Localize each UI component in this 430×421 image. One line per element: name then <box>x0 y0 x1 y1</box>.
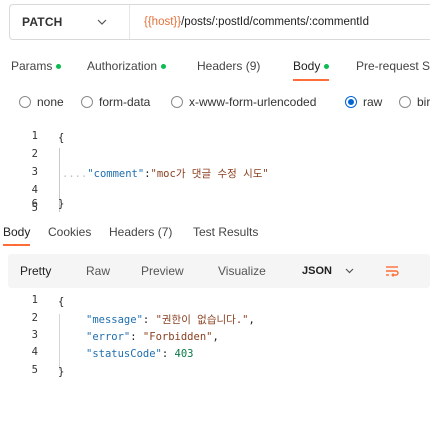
code-line: "message": "권한이 없습니다.", <box>86 314 255 326</box>
wrap-lines-icon[interactable] <box>385 264 399 281</box>
view-visualize[interactable]: Visualize <box>218 264 266 278</box>
body-type-options: none form-data x-www-form-urlencoded raw… <box>0 92 430 112</box>
chevron-down-icon <box>97 19 107 25</box>
line-number: 3 <box>31 166 38 178</box>
json-key: "statusCode" <box>86 348 162 360</box>
radio-binary[interactable]: bir <box>399 95 430 109</box>
tab-label: Headers (9) <box>197 59 261 73</box>
line-number: 4 <box>31 346 38 358</box>
status-dot <box>56 63 62 69</box>
tab-test-results[interactable]: Test Results <box>193 222 258 242</box>
line-number: 6 <box>31 198 38 210</box>
radio-circle-icon <box>19 96 31 108</box>
tab-params[interactable]: Params <box>11 52 62 80</box>
view-pretty[interactable]: Pretty <box>20 264 51 278</box>
radio-none[interactable]: none <box>19 95 64 109</box>
status-dot <box>324 63 330 69</box>
json-value: "Forbidden" <box>142 331 213 343</box>
response-tabs: Body Cookies Headers (7) Test Results <box>0 222 430 246</box>
tab-cookies[interactable]: Cookies <box>48 222 91 242</box>
line-number: 1 <box>31 130 38 142</box>
tab-authorization[interactable]: Authorization <box>87 52 167 80</box>
radio-label: none <box>37 95 64 109</box>
tab-pre-request[interactable]: Pre-request S <box>356 52 430 80</box>
radio-form-data[interactable]: form-data <box>81 95 150 109</box>
open-brace: { <box>58 132 65 144</box>
format-select[interactable]: JSON <box>302 265 354 277</box>
tab-body[interactable]: Body <box>293 52 330 81</box>
method-label: PATCH <box>22 15 63 29</box>
response-toolbar: Pretty Raw Preview Visualize JSON <box>8 254 430 288</box>
line-number: 2 <box>31 312 38 324</box>
radio-circle-icon <box>399 96 411 108</box>
line-number: 2 <box>31 148 38 160</box>
request-body-editor[interactable]: 1 2 3 4 5 { ...."comment":"moc가 댓글 수정 시도… <box>0 130 430 214</box>
code-line: "statusCode": 403 <box>86 348 194 360</box>
chevron-down-icon <box>345 265 354 277</box>
radio-raw[interactable]: raw <box>345 95 382 109</box>
radio-label: bir <box>417 95 430 109</box>
format-label: JSON <box>302 265 332 277</box>
code-line: ...."comment":"moc가 댓글 수정 시도" <box>62 166 269 182</box>
radio-circle-icon <box>171 96 183 108</box>
response-body-viewer[interactable]: 1 2 3 4 5 { "message": "권한이 없습니다.", "err… <box>0 294 430 414</box>
indent-guide <box>59 314 60 370</box>
tab-label: Params <box>11 59 53 73</box>
json-value: "권한이 없습니다." <box>155 314 249 326</box>
view-raw[interactable]: Raw <box>86 264 110 278</box>
json-comma: , <box>248 314 255 326</box>
tab-label: Body <box>293 59 321 73</box>
request-bar: PATCH {{host}}/posts/:postId/comments/:c… <box>9 4 430 40</box>
url-path: /posts/:postId/comments/:commentId <box>181 16 370 28</box>
line-number: 4 <box>31 184 38 196</box>
radio-label: raw <box>363 95 383 109</box>
radio-urlencoded[interactable]: x-www-form-urlencoded <box>171 95 316 109</box>
status-dot <box>161 63 167 69</box>
close-brace: } <box>58 198 65 210</box>
request-tabs: Params Authorization Headers (9) Body Pr… <box>0 52 430 81</box>
radio-selected-icon <box>345 96 357 108</box>
radio-label: form-data <box>99 95 151 109</box>
line-number: 5 <box>31 364 38 376</box>
radio-label: x-www-form-urlencoded <box>189 95 317 109</box>
line-number: 3 <box>31 329 38 341</box>
close-brace: } <box>58 366 65 378</box>
json-value: 403 <box>174 348 194 360</box>
json-comma: , <box>212 331 219 343</box>
method-select[interactable]: PATCH <box>10 5 130 39</box>
view-preview[interactable]: Preview <box>141 264 184 278</box>
json-key: "comment" <box>87 168 145 180</box>
url-input[interactable]: {{host}}/posts/:postId/comments/:comment… <box>130 16 369 28</box>
url-host-variable: {{host}} <box>144 16 182 28</box>
open-brace: { <box>58 296 65 308</box>
tab-headers[interactable]: Headers (9) <box>197 52 260 80</box>
radio-circle-icon <box>81 96 93 108</box>
json-key: "error" <box>86 331 131 343</box>
whitespace-dots: .... <box>62 168 88 180</box>
tab-response-headers[interactable]: Headers (7) <box>109 222 172 242</box>
line-number: 1 <box>31 294 38 306</box>
tab-label: Authorization <box>87 59 158 73</box>
tab-label: Pre-request S <box>356 59 430 73</box>
code-line: "error": "Forbidden", <box>86 331 219 343</box>
tab-response-body[interactable]: Body <box>3 222 31 246</box>
json-value: "moc가 댓글 수정 시도" <box>150 168 269 180</box>
json-key: "message" <box>86 314 143 326</box>
